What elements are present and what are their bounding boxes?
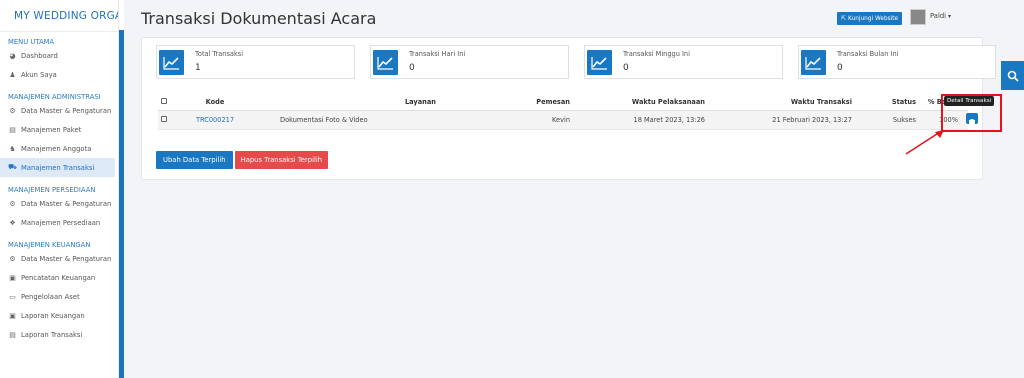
table-header-row: Kode Layanan Pemesan Waktu Pelaksanaan W… (158, 95, 968, 111)
col-status[interactable]: Status (852, 95, 916, 111)
col-kode[interactable]: Kode (180, 95, 250, 111)
external-link-icon: ⇱ (841, 15, 847, 22)
dashboard-icon: ◕ (9, 51, 16, 60)
section-manajemen-administrasi: MANAJEMEN ADMINISTRASI (8, 93, 101, 101)
search-button[interactable] (1001, 61, 1024, 90)
section-menu-utama: MENU UTAMA (8, 38, 55, 46)
sidebar-item-manajemen-transaksi[interactable]: ⛟ Manajemen Transaksi (0, 158, 115, 177)
col-layanan[interactable]: Layanan (250, 95, 436, 111)
stat-transaksi-minggu-ini: Transaksi Minggu Ini 0 (584, 45, 783, 79)
sidebar-item-manajemen-anggota[interactable]: ♞ Manajemen Anggota (0, 139, 118, 158)
sidebar-item-akun-saya[interactable]: ♟ Akun Saya (0, 65, 118, 84)
col-pemesan[interactable]: Pemesan (436, 95, 570, 111)
section-manajemen-persediaan: MANAJEMEN PERSEDIAAN (8, 186, 96, 194)
caret-down-icon: ▾ (946, 13, 951, 20)
table-row[interactable]: TRC000217 Dokumentasi Foto & Video Kevin… (158, 110, 968, 130)
topbar: Transaksi Dokumentasi Acara ⇱ Kunjungi W… (124, 0, 1024, 36)
gears-icon: ⚙ (9, 254, 16, 263)
users-icon: ♞ (9, 144, 16, 153)
update-selected-button[interactable]: Ubah Data Terpilih (156, 151, 233, 169)
sidebar-item-laporan-transaksi[interactable]: ▤ Laporan Transaksi (0, 325, 118, 344)
cart-icon: ⛟ (8, 163, 17, 171)
annotation-highlight-box (941, 94, 1002, 132)
visit-website-button[interactable]: ⇱ Kunjungi Website (837, 12, 903, 25)
user-menu[interactable]: Paldi ▾ (930, 12, 951, 20)
stat-transaksi-bulan-ini: Transaksi Bulan Ini 0 (798, 45, 996, 79)
chart-line-icon (373, 50, 398, 75)
stat-transaksi-hari-ini: Transaksi Hari Ini 0 (370, 45, 569, 79)
cell-layanan: Dokumentasi Foto & Video (250, 110, 436, 130)
boxes-icon: ❖ (9, 218, 16, 227)
money-icon: ▣ (9, 311, 16, 320)
page-title: Transaksi Dokumentasi Acara (141, 9, 377, 28)
sidebar-item-persediaan-data-master[interactable]: ⚙ Data Master & Pengaturan (0, 194, 118, 213)
cell-waktu-pelaksanaan: 18 Maret 2023, 13:26 (570, 110, 705, 130)
annotation-arrow-icon (905, 130, 944, 155)
sidebar-item-admin-data-master[interactable]: ⚙ Data Master & Pengaturan (0, 101, 118, 120)
sidebar: MY WEDDING ORGAN MENU UTAMA ◕ Dashboard ♟… (0, 0, 119, 378)
main-content: Transaksi Dokumentasi Acara ⇱ Kunjungi W… (124, 0, 1024, 378)
sidebar-item-manajemen-persediaan[interactable]: ❖ Manajemen Persediaan (0, 213, 118, 232)
sidebar-item-keuangan-data-master[interactable]: ⚙ Data Master & Pengaturan (0, 249, 118, 268)
select-all-checkbox[interactable] (158, 95, 180, 111)
sidebar-item-manajemen-paket[interactable]: ▤ Manajemen Paket (0, 120, 118, 139)
stat-total-transaksi: Total Transaksi 1 (156, 45, 355, 79)
chart-line-icon (159, 50, 184, 75)
user-icon: ♟ (9, 70, 16, 79)
transactions-card: Total Transaksi 1 Transaksi Hari Ini 0 T… (141, 37, 996, 180)
delete-selected-button[interactable]: Hapus Transaksi Terpilih (234, 151, 329, 169)
book-icon: ▤ (9, 330, 16, 339)
chart-line-icon (801, 50, 826, 75)
cell-pemesan: Kevin (436, 110, 570, 130)
brand-title: MY WEDDING ORGAN (14, 9, 119, 22)
search-icon (1007, 70, 1019, 82)
sidebar-item-dashboard[interactable]: ◕ Dashboard (0, 46, 118, 65)
laptop-icon: ▭ (9, 292, 16, 301)
col-waktu-pelaksanaan[interactable]: Waktu Pelaksanaan (570, 95, 705, 111)
sidebar-item-laporan-keuangan[interactable]: ▣ Laporan Keuangan (0, 306, 118, 325)
gears-icon: ⚙ (9, 106, 16, 115)
avatar[interactable] (910, 9, 926, 25)
row-checkbox[interactable] (158, 110, 180, 130)
chart-line-icon (587, 50, 612, 75)
transaction-code-link[interactable]: TRC000217 (196, 116, 234, 124)
sidebar-item-pengelolaan-aset[interactable]: ▭ Pengelolaan Aset (0, 287, 118, 306)
book-icon: ▤ (9, 125, 16, 134)
sidebar-item-pencatatan-keuangan[interactable]: ▣ Pencatatan Keuangan (0, 268, 118, 287)
section-manajemen-keuangan: MANAJEMEN KEUANGAN (8, 241, 91, 249)
transactions-table: Kode Layanan Pemesan Waktu Pelaksanaan W… (158, 95, 968, 130)
brand[interactable]: MY WEDDING ORGAN (0, 0, 118, 32)
money-icon: ▣ (9, 273, 16, 282)
col-waktu-transaksi[interactable]: Waktu Transaksi (705, 95, 852, 111)
cell-waktu-transaksi: 21 Februari 2023, 13:27 (705, 110, 852, 130)
action-buttons: Ubah Data Terpilih Hapus Transaksi Terpi… (156, 151, 329, 169)
gears-icon: ⚙ (9, 199, 16, 208)
